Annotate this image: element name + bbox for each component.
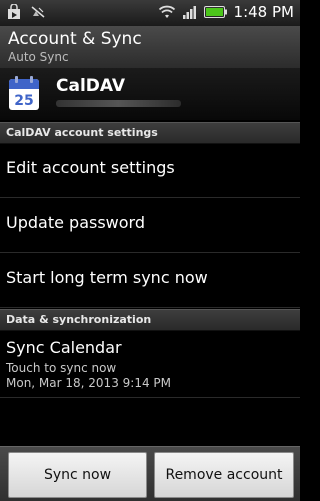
account-name: CalDAV <box>56 76 126 96</box>
no-signal-icon <box>31 6 45 18</box>
update-password-label: Update password <box>6 213 145 232</box>
svg-text:25: 25 <box>14 93 33 109</box>
long-term-sync-item[interactable]: Start long term sync now <box>0 253 300 308</box>
section-header-caldav-settings: CalDAV account settings <box>0 122 300 144</box>
long-term-sync-label: Start long term sync now <box>6 268 208 287</box>
play-store-icon <box>8 4 20 19</box>
bottom-action-bar: Sync now Remove account <box>0 446 300 501</box>
wifi-icon <box>158 5 175 18</box>
calendar-icon: 25 <box>9 76 39 110</box>
page-title: Account & Sync <box>8 29 142 49</box>
redacted-account-id <box>56 100 181 107</box>
status-bar: 1:48 PM <box>0 0 300 26</box>
sync-calendar-title: Sync Calendar <box>6 338 122 357</box>
battery-icon <box>203 6 227 18</box>
update-password-item[interactable]: Update password <box>0 198 300 253</box>
remove-account-button[interactable]: Remove account <box>154 452 294 498</box>
title-bar: Account & Sync Auto Sync <box>0 26 300 69</box>
edit-account-settings-label: Edit account settings <box>6 158 175 177</box>
section-header-data-sync: Data & synchronization <box>0 309 300 331</box>
sync-calendar-item[interactable]: Sync Calendar Touch to sync now Mon, Mar… <box>0 331 300 398</box>
sync-now-button[interactable]: Sync now <box>8 452 147 498</box>
status-time: 1:48 PM <box>233 3 294 21</box>
edit-account-settings-item[interactable]: Edit account settings <box>0 143 300 198</box>
page-subtitle: Auto Sync <box>8 50 69 64</box>
sync-calendar-hint: Touch to sync now <box>6 361 117 375</box>
cell-signal-icon <box>182 6 196 19</box>
sync-calendar-last-sync: Mon, Mar 18, 2013 9:14 PM <box>6 376 171 390</box>
account-row: 25 CalDAV <box>0 68 300 120</box>
